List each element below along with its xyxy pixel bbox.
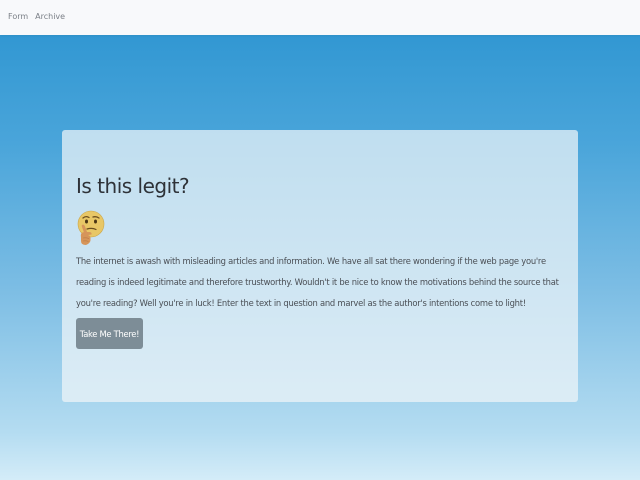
page-title: Is this legit? xyxy=(76,174,190,198)
description-text: The internet is awash with misleading ar… xyxy=(76,256,559,308)
take-me-there-button[interactable]: Take Me There! xyxy=(76,318,143,349)
nav-link-form[interactable]: Form xyxy=(8,13,28,21)
top-navbar: Form Archive xyxy=(0,0,640,35)
thinking-face-icon xyxy=(77,210,105,245)
intro-card: Is this legit? The internet is awash wit… xyxy=(62,130,578,402)
nav-link-archive[interactable]: Archive xyxy=(35,13,65,21)
